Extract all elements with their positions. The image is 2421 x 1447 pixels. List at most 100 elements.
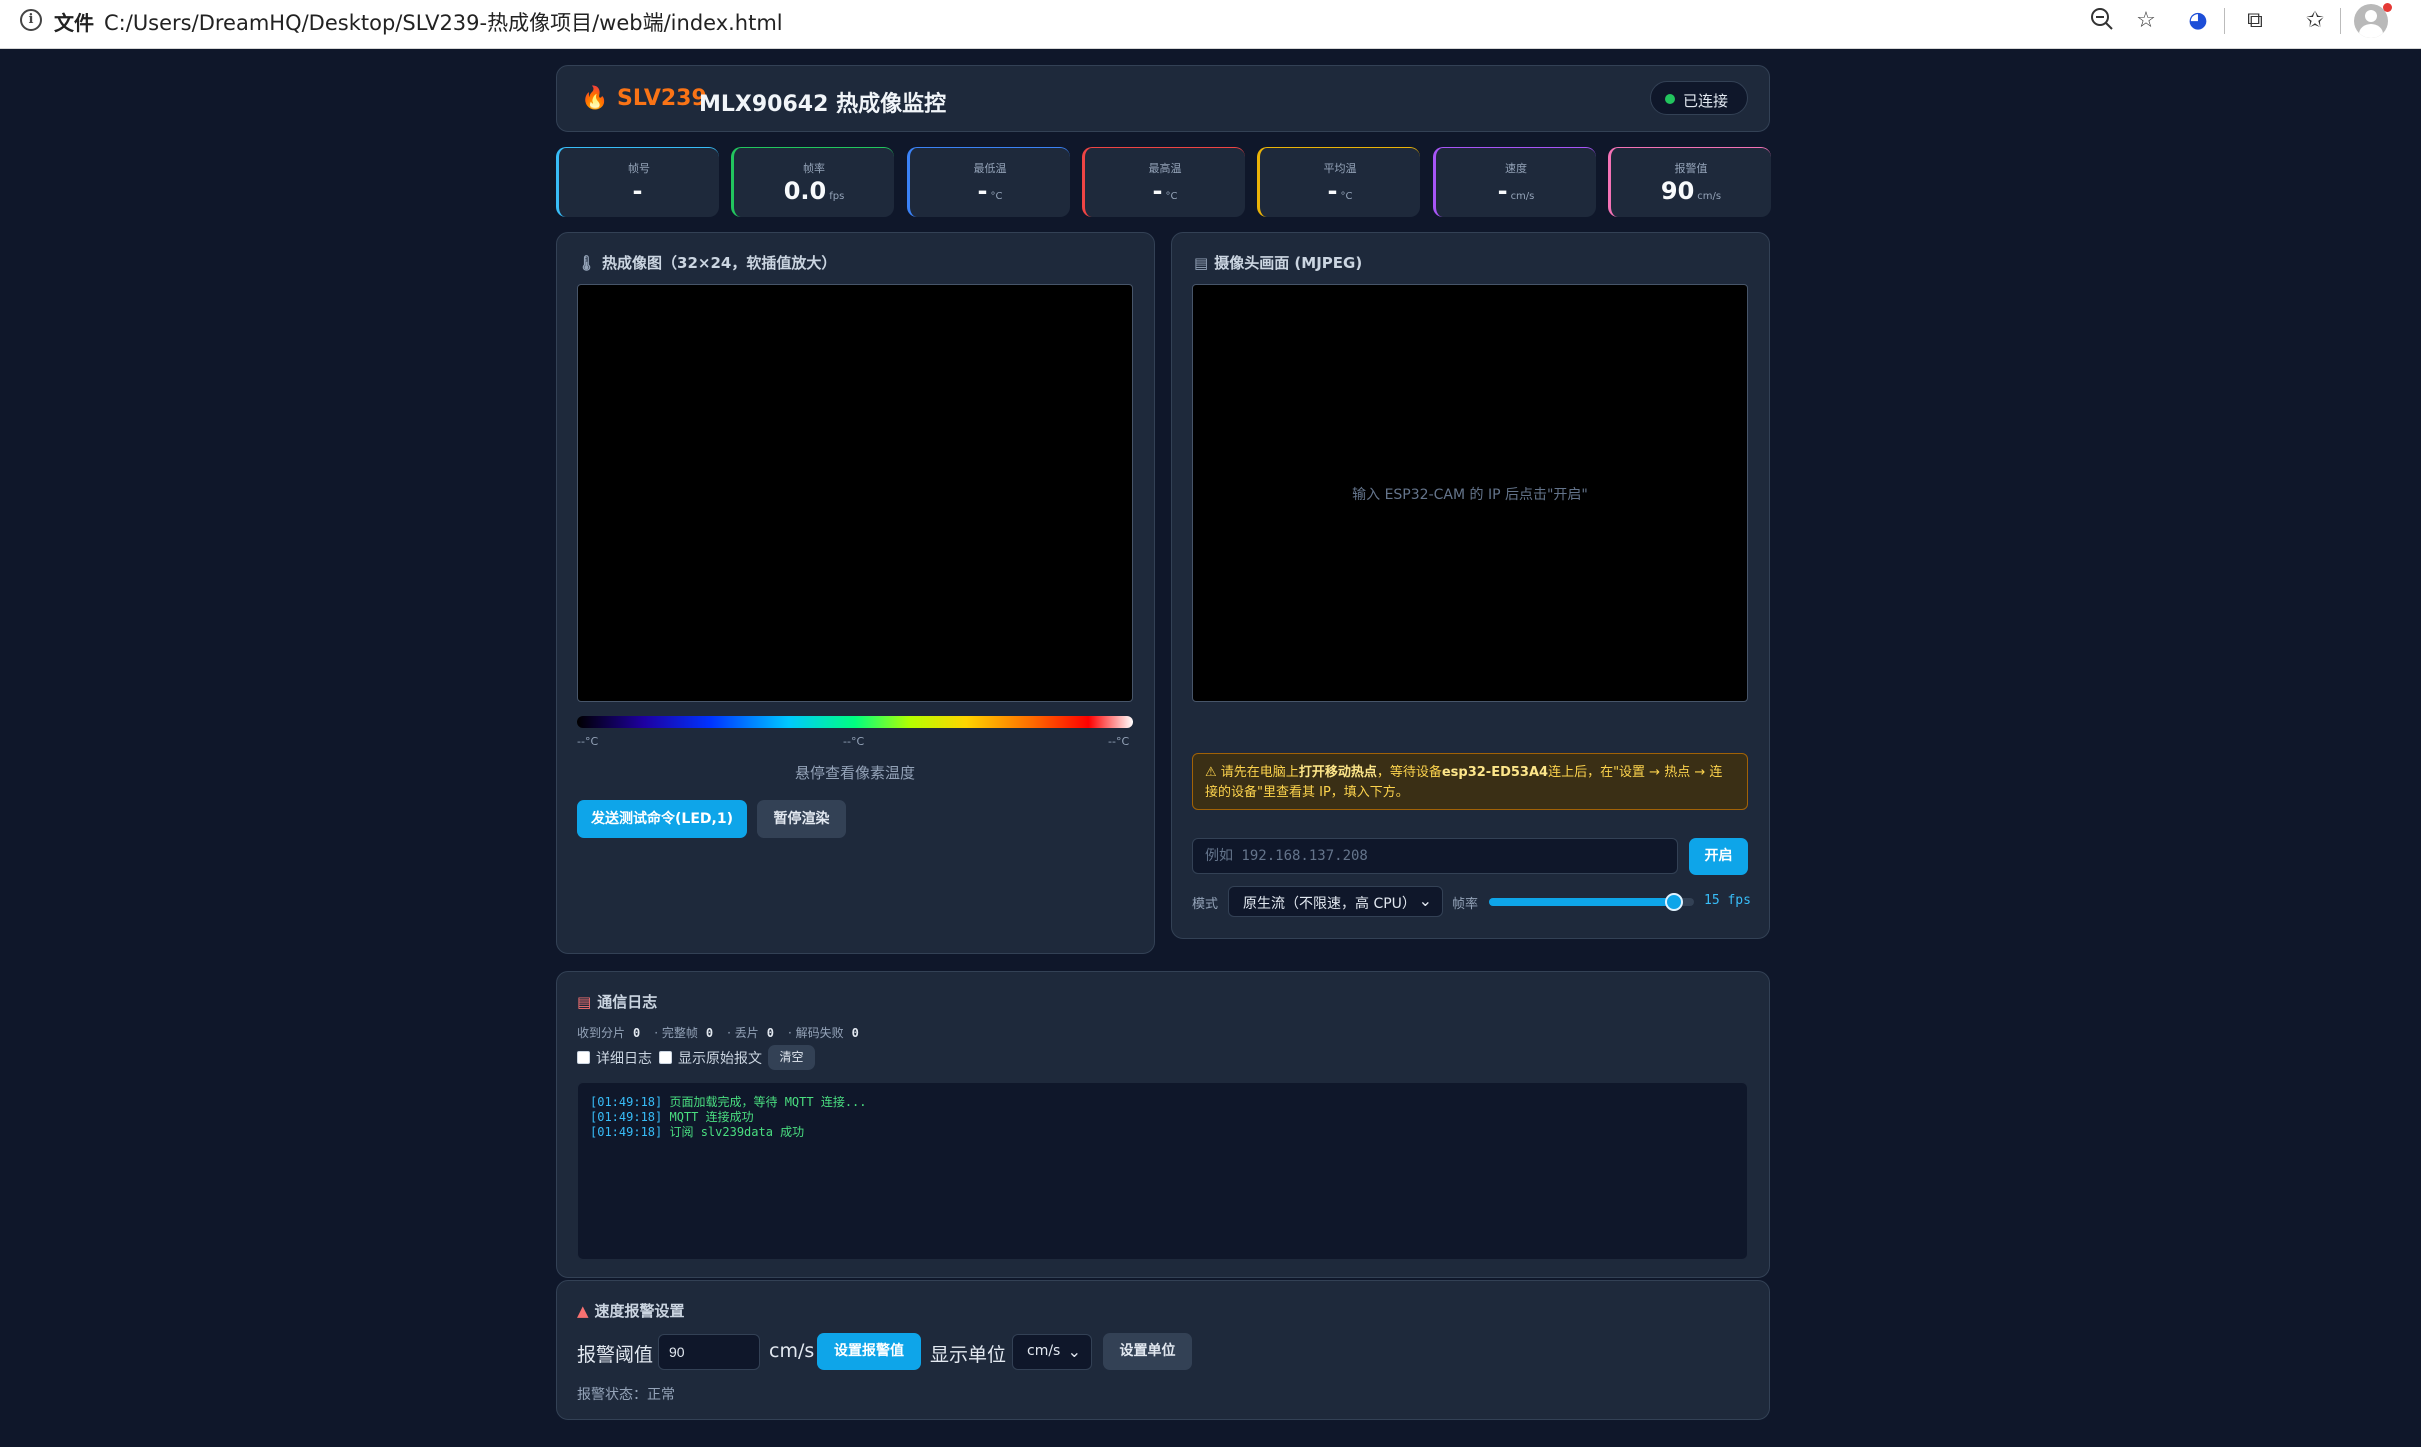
stat-card: 速度 - cm/s bbox=[1433, 147, 1596, 217]
stat-number: - bbox=[632, 177, 643, 205]
fps-value: 15 fps bbox=[1704, 893, 1751, 908]
stat-label: 帧率 bbox=[803, 162, 825, 175]
copilot-icon[interactable]: ◕ bbox=[2183, 6, 2213, 36]
stat-unit: cm/s bbox=[1510, 191, 1535, 202]
fps-slider[interactable] bbox=[1489, 893, 1694, 911]
header-card: 🔥 SLV239 MLX90642 热成像监控 已连接 bbox=[556, 65, 1770, 132]
warning-icon: ⚠ bbox=[1205, 765, 1221, 780]
threshold-input[interactable] bbox=[658, 1334, 760, 1370]
colorbar-mid-label: --°C bbox=[843, 735, 865, 748]
brand-name: SLV239 bbox=[617, 86, 707, 111]
hotspot-warning: ⚠ 请先在电脑上打开移动热点，等待设备esp32-ED53A4连上后，在"设置 … bbox=[1192, 753, 1748, 810]
camera-view: 输入 ESP32-CAM 的 IP 后点击"开启" bbox=[1192, 284, 1748, 702]
stat-label: 报警值 bbox=[1674, 162, 1708, 175]
fps-slider-thumb[interactable] bbox=[1664, 893, 1683, 911]
unit-select[interactable]: cm/s ⌄ bbox=[1012, 1334, 1092, 1370]
log-panel-title: ▤ 通信日志 bbox=[577, 991, 657, 1012]
stat-unit: fps bbox=[829, 191, 845, 202]
stat-label: 帧号 bbox=[628, 162, 650, 175]
stat-number: - bbox=[1152, 177, 1163, 205]
stat-card: 平均温 - °C bbox=[1257, 147, 1420, 217]
colorbar-max-label: --°C bbox=[1108, 735, 1130, 748]
browser-address-bar: i 文件 C:/Users/DreamHQ/Desktop/SLV239-热成像… bbox=[0, 0, 2421, 49]
stat-number: - bbox=[1497, 177, 1508, 205]
warn-hotspot: 打开移动热点 bbox=[1298, 765, 1377, 780]
raw-message-checkbox[interactable] bbox=[659, 1051, 672, 1064]
set-alarm-button[interactable]: 设置报警值 bbox=[817, 1333, 921, 1370]
stat-card: 帧号 - bbox=[556, 147, 719, 217]
camera-icon: ▤ bbox=[1194, 254, 1209, 272]
warn-text-mid: ，等待设备 bbox=[1376, 765, 1442, 780]
stat-value: - °C bbox=[1085, 177, 1245, 205]
stat-card: 最高温 - °C bbox=[1082, 147, 1245, 217]
thermometer-icon: 🌡 bbox=[577, 254, 597, 272]
alarm-status: 报警状态：正常 bbox=[577, 1387, 675, 1403]
counter-value: 0 bbox=[766, 1026, 774, 1040]
colorbar-min-label: --°C bbox=[577, 735, 599, 748]
connection-status-badge: 已连接 bbox=[1650, 81, 1748, 115]
stat-value: - bbox=[559, 177, 719, 205]
open-camera-button[interactable]: 开启 bbox=[1689, 838, 1748, 875]
log-output[interactable]: [01:49:18] 页面加载完成，等待 MQTT 连接... [01:49:18… bbox=[577, 1082, 1748, 1260]
stat-unit: °C bbox=[1165, 191, 1178, 202]
counter-value: 0 bbox=[851, 1026, 859, 1040]
set-unit-button[interactable]: 设置单位 bbox=[1103, 1333, 1192, 1370]
verbose-log-checkbox[interactable] bbox=[577, 1051, 590, 1064]
log-time: [01:49:18] bbox=[590, 1125, 663, 1139]
camera-hint: 输入 ESP32-CAM 的 IP 后点击"开启" bbox=[1352, 487, 1588, 503]
stat-card: 帧率 0.0 fps bbox=[731, 147, 894, 217]
log-message: 页面加载完成，等待 MQTT 连接... bbox=[669, 1095, 867, 1109]
thermal-canvas[interactable] bbox=[577, 284, 1133, 702]
stat-value: - cm/s bbox=[1436, 177, 1596, 205]
notification-dot bbox=[2383, 3, 2392, 12]
stat-card: 最低温 - °C bbox=[907, 147, 1070, 217]
zoom-icon[interactable] bbox=[2087, 6, 2117, 36]
stat-label: 最高温 bbox=[1148, 162, 1182, 175]
alarm-panel-title: ▲ 速度报警设置 bbox=[577, 1300, 685, 1321]
toolbar-divider bbox=[2340, 8, 2341, 34]
connection-status-text: 已连接 bbox=[1683, 92, 1729, 110]
threshold-label: 报警阈值 bbox=[577, 1344, 654, 1366]
unit-select-value: cm/s bbox=[1027, 1343, 1061, 1359]
chevron-down-icon: ⌄ bbox=[1418, 891, 1432, 910]
display-unit-label: 显示单位 bbox=[930, 1344, 1007, 1366]
fps-slider-fill bbox=[1489, 898, 1674, 906]
alarm-title-text: 速度报警设置 bbox=[594, 1302, 685, 1320]
bookmark-star-icon[interactable]: ☆ bbox=[2131, 6, 2161, 36]
log-line: [01:49:18] 页面加载完成，等待 MQTT 连接... bbox=[590, 1095, 1735, 1110]
camera-ip-input[interactable] bbox=[1192, 838, 1678, 874]
clear-log-button[interactable]: 清空 bbox=[768, 1045, 815, 1070]
pause-render-button[interactable]: 暂停渲染 bbox=[757, 800, 846, 838]
counter-value: 0 bbox=[705, 1026, 714, 1040]
stat-value: - °C bbox=[1260, 177, 1420, 205]
extensions-icon[interactable]: ⧉ bbox=[2240, 6, 2270, 36]
url-field[interactable]: C:/Users/DreamHQ/Desktop/SLV239-热成像项目/we… bbox=[104, 7, 783, 37]
log-title-text: 通信日志 bbox=[597, 993, 658, 1011]
send-test-command-button[interactable]: 发送测试命令(LED,1) bbox=[577, 800, 747, 838]
stat-number: 0.0 bbox=[783, 177, 827, 205]
mode-select-value: 原生流（不限速，高 CPU） bbox=[1243, 896, 1416, 912]
counter-label: 收到分片 bbox=[577, 1026, 626, 1040]
log-message: 订阅 slv239data 成功 bbox=[669, 1125, 805, 1139]
flame-icon: 🔥 bbox=[581, 86, 609, 111]
log-line: [01:49:18] 订阅 slv239data 成功 bbox=[590, 1125, 1735, 1140]
stat-label: 速度 bbox=[1505, 162, 1527, 175]
info-icon[interactable]: i bbox=[20, 9, 42, 31]
stat-unit: °C bbox=[990, 191, 1003, 202]
page-title: MLX90642 热成像监控 bbox=[699, 92, 947, 117]
mode-select[interactable]: 原生流（不限速，高 CPU） ⌄ bbox=[1228, 886, 1443, 917]
camera-title-text: 摄像头画面 (MJPEG) bbox=[1214, 254, 1363, 272]
alarm-icon: ▲ bbox=[577, 1302, 589, 1320]
hover-hint: 悬停查看像素温度 bbox=[794, 764, 915, 782]
stat-unit: °C bbox=[1340, 191, 1353, 202]
counter-value: 0 bbox=[633, 1026, 641, 1040]
counter-label: · 完整帧 bbox=[654, 1026, 698, 1040]
counter-label: · 解码失败 bbox=[788, 1026, 844, 1040]
favorites-icon[interactable]: ✩ bbox=[2300, 6, 2330, 36]
thermal-title-text: 热成像图（32×24，软插值放大） bbox=[602, 254, 837, 272]
chevron-down-icon: ⌄ bbox=[1067, 1342, 1081, 1361]
stat-value: 90 cm/s bbox=[1611, 177, 1771, 205]
fps-label: 帧率 bbox=[1452, 897, 1479, 912]
log-time: [01:49:18] bbox=[590, 1110, 663, 1124]
raw-message-label: 显示原始报文 bbox=[678, 1051, 762, 1067]
